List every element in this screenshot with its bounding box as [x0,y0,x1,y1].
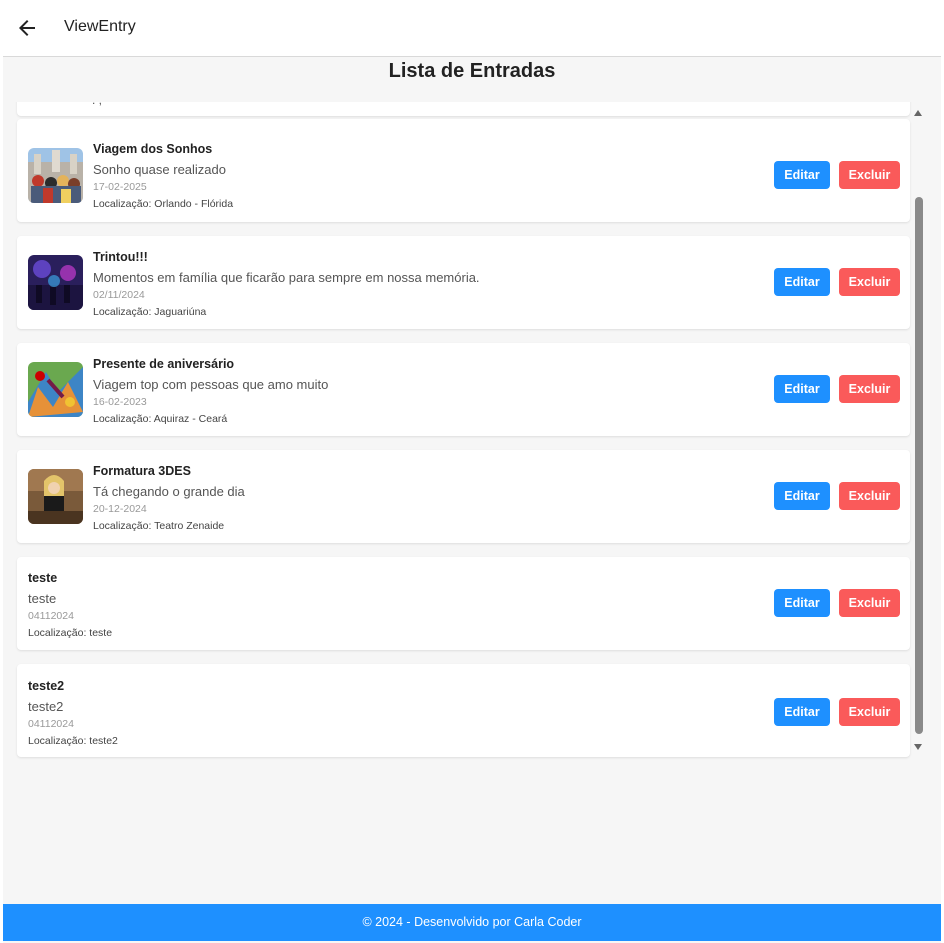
entry-description: Momentos em família que ficarão para sem… [93,270,480,285]
arrow-left-icon [19,20,35,36]
entry-date: 02/11/2024 [93,289,145,301]
entry-thumbnail [28,255,83,310]
app-bar: ViewEntry [3,0,941,57]
list-item: Formatura 3DES Tá chegando o grande dia … [17,450,910,543]
entry-thumbnail [28,362,83,417]
entry-location: Localização: teste [28,627,113,639]
entry-description: teste [28,591,57,606]
entry-title: Formatura 3DES [93,464,191,478]
entry-date: 04112024 [28,610,74,622]
entry-title: Presente de aniversário [93,357,235,371]
entry-date: 16-02-2023 [93,396,147,408]
entry-location: Localização: Orlando - Flórida [93,198,234,210]
scrollbar-thumb[interactable] [915,197,923,734]
entry-location: Localização: Aquiraz - Ceará [93,413,228,425]
entry-title: teste2 [28,679,65,693]
entry-description: Sonho quase realizado [93,162,226,177]
entry-thumbnail [28,469,83,524]
entry-location: Localização: Teatro Zenaide [93,520,225,532]
footer: © 2024 - Desenvolvido por Carla Coder [3,904,941,941]
edit-button[interactable]: Editar [774,375,830,403]
entry-thumbnail [28,148,83,203]
scroll-down-arrow-icon[interactable] [914,744,922,750]
back-button[interactable] [15,16,39,40]
entry-date: 04112024 [28,718,74,730]
partial-text: . , [92,102,102,107]
delete-button[interactable]: Excluir [839,698,900,726]
entry-date: 20-12-2024 [93,503,147,515]
delete-button[interactable]: Excluir [839,268,900,296]
entries-list[interactable]: . , Viagem dos Sonhos Sonho quase realiz… [3,102,925,762]
list-item: Viagem dos Sonhos Sonho quase realizado … [17,119,910,222]
list-item: Trintou!!! Momentos em família que ficar… [17,236,910,329]
app-bar-title: ViewEntry [64,18,136,35]
entry-date: 17-02-2025 [93,181,147,193]
edit-button[interactable]: Editar [774,482,830,510]
entry-title: teste [28,571,58,585]
list-item: Presente de aniversário Viagem top com p… [17,343,910,436]
list-item: teste teste 04112024 Localização: teste … [17,557,910,650]
entry-title: Viagem dos Sonhos [93,142,213,156]
edit-button[interactable]: Editar [774,268,830,296]
entry-description: teste2 [28,699,64,714]
list-item-partial: . , [17,102,910,116]
entry-location: Localização: teste2 [28,735,118,747]
edit-button[interactable]: Editar [774,589,830,617]
entry-description: Viagem top com pessoas que amo muito [93,377,329,392]
delete-button[interactable]: Excluir [839,589,900,617]
scrollbar[interactable] [911,108,925,754]
entry-location: Localização: Jaguariúna [93,306,207,318]
edit-button[interactable]: Editar [774,161,830,189]
list-item: teste2 teste2 04112024 Localização: test… [17,664,910,757]
page-title: Lista de Entradas [388,60,556,82]
scroll-up-arrow-icon[interactable] [914,110,922,116]
entry-title: Trintou!!! [93,250,148,264]
delete-button[interactable]: Excluir [839,375,900,403]
entry-description: Tá chegando o grande dia [93,484,245,499]
edit-button[interactable]: Editar [774,698,830,726]
delete-button[interactable]: Excluir [839,482,900,510]
delete-button[interactable]: Excluir [839,161,900,189]
